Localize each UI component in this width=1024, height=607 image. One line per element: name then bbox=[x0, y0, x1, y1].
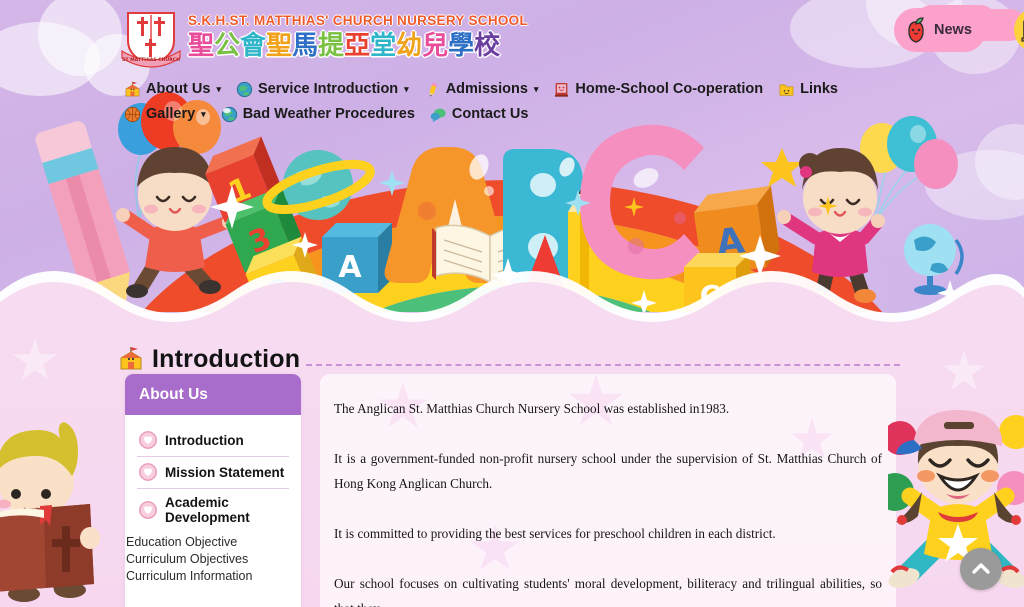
chevron-down-icon: ▾ bbox=[201, 109, 206, 119]
nav-item-label: Links bbox=[800, 81, 838, 97]
heart-circle-icon bbox=[139, 501, 157, 519]
sidebar-submenu-list: Education Objective Curriculum Objectives… bbox=[125, 532, 301, 585]
chevron-down-icon: ▾ bbox=[216, 84, 221, 94]
nav-item-label: Contact Us bbox=[451, 106, 529, 122]
school-name-chinese: 聖公會聖馬提亞堂幼兒學校 bbox=[188, 31, 518, 61]
background-star bbox=[942, 350, 986, 391]
news-button[interactable]: News bbox=[894, 8, 986, 52]
globe-cloud-icon bbox=[221, 106, 238, 123]
school-name-char-1: 公 bbox=[214, 31, 241, 61]
nav-item-links[interactable]: Links bbox=[778, 77, 838, 101]
sidebar-subitem-education-objective[interactable]: Education Objective bbox=[126, 534, 301, 551]
content-paragraphs: The Anglican St. Matthias Church Nursery… bbox=[320, 374, 896, 607]
girl-juggling-balls-icon bbox=[876, 400, 1024, 607]
school-crest-shield-icon[interactable]: ST MATTHIAS CHURCH bbox=[120, 7, 182, 69]
school-name-char-0: 聖 bbox=[188, 31, 215, 61]
sidebar-item-mission-statement[interactable]: Mission Statement bbox=[137, 457, 289, 489]
page-root: 1 3 2 bbox=[0, 0, 1024, 607]
folder-icon bbox=[778, 81, 795, 98]
nav-item-contact-us[interactable]: Contact Us bbox=[430, 102, 529, 126]
school-name-char-2: 會 bbox=[240, 31, 267, 61]
sidebar-item-label: Mission Statement bbox=[165, 464, 285, 480]
svg-text:A: A bbox=[338, 250, 362, 285]
sidebar-item-introduction[interactable]: Introduction bbox=[137, 425, 289, 457]
school-name-char-6: 亞 bbox=[344, 31, 371, 61]
background-star bbox=[12, 338, 58, 380]
sidebar-menu-list: Introduction Mission Statement Academic De… bbox=[125, 415, 301, 532]
school-name-char-11: 校 bbox=[474, 31, 501, 61]
sidebar-subitem-curriculum-objectives[interactable]: Curriculum Objectives bbox=[126, 551, 301, 568]
nav-item-label: Admissions bbox=[445, 81, 528, 97]
nav-item-label: Gallery bbox=[146, 106, 196, 122]
nav-item-admissions[interactable]: Admissions ▾ bbox=[424, 77, 539, 101]
sidebar-heading-label: About Us bbox=[139, 385, 208, 403]
site-header: ST MATTHIAS CHURCH S.K.H.ST. MATTHIAS' C… bbox=[0, 0, 1024, 74]
page-title: Introduction bbox=[152, 345, 301, 373]
sidebar-item-label: Introduction bbox=[165, 432, 244, 448]
main-navigation: About Us ▾ Service Introduction ▾ Admissions… bbox=[124, 77, 914, 126]
nav-item-home-school-co-operation[interactable]: Home-School Co-operation bbox=[553, 77, 763, 101]
sidebar-item-label: Academic Development bbox=[165, 495, 250, 525]
pencil-icon bbox=[424, 81, 441, 98]
news-label: News bbox=[934, 22, 972, 38]
school-name-char-7: 堂 bbox=[370, 31, 397, 61]
school-name-char-8: 幼 bbox=[396, 31, 423, 61]
school-building-icon bbox=[124, 81, 141, 98]
chevron-down-icon: ▾ bbox=[404, 84, 409, 94]
content-card: The Anglican St. Matthias Church Nursery… bbox=[320, 374, 896, 607]
boy-reading-bible-icon bbox=[0, 408, 130, 607]
nav-item-service-introduction[interactable]: Service Introduction ▾ bbox=[236, 77, 409, 101]
basketball-icon bbox=[124, 106, 141, 123]
school-name-char-4: 馬 bbox=[292, 31, 319, 61]
nav-item-bad-weather-procedures[interactable]: Bad Weather Procedures bbox=[221, 102, 415, 126]
content-paragraph: It is committed to providing the best se… bbox=[334, 526, 776, 541]
school-name-char-3: 聖 bbox=[266, 31, 293, 61]
nav-item-about-us[interactable]: About Us ▾ bbox=[124, 77, 221, 101]
school-name-block: S.K.H.ST. MATTHIAS' CHURCH NURSERY SCHOO… bbox=[188, 12, 529, 61]
sidebar-heading: About Us bbox=[125, 374, 301, 415]
page-body: Introduction About Us Introduction Missio… bbox=[0, 322, 1024, 607]
school-name-char-5: 提 bbox=[318, 31, 345, 61]
nav-item-label: Bad Weather Procedures bbox=[242, 106, 415, 122]
eclass-button[interactable]: 1+1= ECLASS bbox=[1014, 8, 1024, 52]
school-building-icon bbox=[118, 346, 144, 372]
about-us-sidebar: About Us Introduction Mission Statement Ac… bbox=[125, 374, 301, 607]
heart-circle-icon bbox=[139, 431, 157, 449]
blackboard-icon: 1+1= bbox=[1020, 14, 1024, 46]
chevron-up-icon bbox=[972, 563, 990, 574]
heart-circle-icon bbox=[139, 463, 157, 481]
scroll-to-top-button[interactable] bbox=[960, 548, 1002, 590]
content-paragraph: The Anglican St. Matthias Church Nursery… bbox=[334, 401, 730, 416]
apple-icon bbox=[900, 14, 932, 46]
book-icon bbox=[553, 81, 570, 98]
sidebar-item-academic-development[interactable]: Academic Development bbox=[137, 489, 289, 532]
school-name-english: S.K.H.ST. MATTHIAS' CHURCH NURSERY SCHOO… bbox=[188, 13, 529, 28]
chevron-down-icon: ▾ bbox=[533, 84, 539, 94]
page-title-row: Introduction bbox=[118, 344, 900, 374]
content-paragraph: Our school focuses on cultivating studen… bbox=[334, 576, 882, 607]
title-dashed-rule bbox=[306, 363, 900, 366]
school-name-char-9: 兒 bbox=[422, 31, 449, 61]
globe-icon bbox=[236, 81, 253, 98]
nav-item-label: Home-School Co-operation bbox=[575, 81, 764, 97]
sidebar-subitem-curriculum-information[interactable]: Curriculum Information bbox=[126, 568, 301, 585]
speech-bubble-icon bbox=[430, 106, 447, 123]
nav-item-gallery[interactable]: Gallery ▾ bbox=[124, 102, 206, 126]
school-name-char-10: 學 bbox=[448, 31, 475, 61]
nav-item-label: About Us bbox=[146, 81, 211, 97]
nav-item-label: Service Introduction bbox=[257, 81, 399, 97]
content-paragraph: It is a government-funded non-profit nur… bbox=[334, 451, 882, 491]
svg-text:ST MATTHIAS CHURCH: ST MATTHIAS CHURCH bbox=[122, 57, 180, 63]
